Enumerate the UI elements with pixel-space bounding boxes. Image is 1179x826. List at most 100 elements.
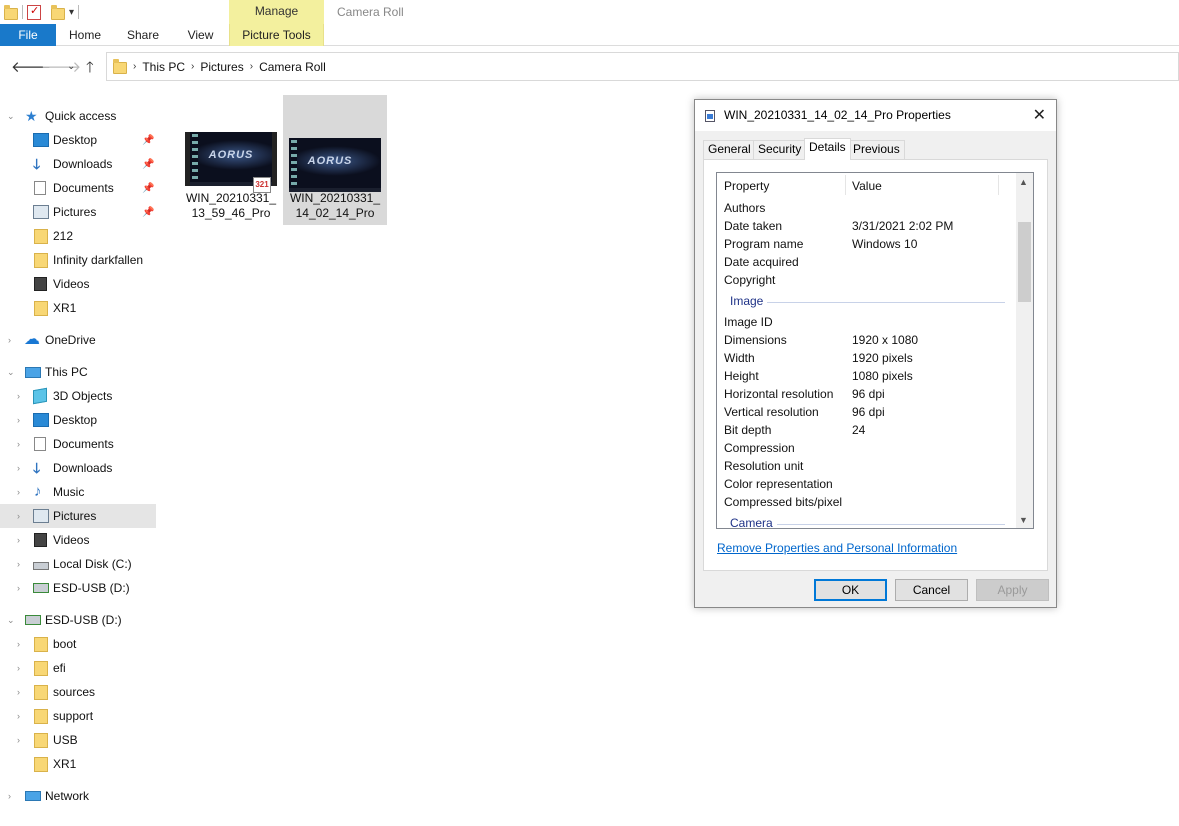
expand-chevron-icon[interactable]: › [17,735,20,745]
expand-chevron-icon[interactable]: › [8,791,11,801]
sidebar-item-music[interactable]: › ♪ Music [0,480,156,504]
ok-button[interactable]: OK [814,579,887,601]
property-row[interactable]: Height 1080 pixels [717,367,1015,385]
sidebar-item-xr1[interactable]: XR1 [0,296,156,320]
breadcrumb-camera-roll[interactable]: Camera Roll [259,60,326,74]
property-row[interactable]: Compressed bits/pixel [717,493,1015,511]
property-row[interactable]: Dimensions 1920 x 1080 [717,331,1015,349]
sidebar-item-documents[interactable]: Documents 📌 [0,176,156,200]
collapse-chevron-icon[interactable]: ⌄ [7,111,15,122]
property-row[interactable]: Date taken 3/31/2021 2:02 PM [717,217,1015,235]
column-header-value[interactable]: Value [852,179,882,193]
sidebar-item-onedrive[interactable]: › ☁ OneDrive [0,328,156,352]
expand-chevron-icon[interactable]: › [17,559,20,569]
sidebar-item-pictures[interactable]: Pictures 📌 [0,200,156,224]
manage-tab-group[interactable]: Manage [229,0,324,24]
tab-home[interactable]: Home [56,24,114,46]
property-row[interactable]: Vertical resolution 96 dpi [717,403,1015,421]
sidebar-item-efi[interactable]: › efi [0,656,156,680]
sidebar-item-sources[interactable]: › sources [0,680,156,704]
expand-chevron-icon[interactable]: › [17,511,20,521]
breadcrumb-this-pc[interactable]: This PC [142,60,185,74]
expand-chevron-icon[interactable]: › [17,639,20,649]
property-row[interactable]: Width 1920 pixels [717,349,1015,367]
sidebar-item-downloads[interactable]: 🡓 Downloads 📌 [0,152,156,176]
tab-share[interactable]: Share [114,24,172,46]
tab-previous-versions[interactable]: Previous Versions [848,140,905,173]
new-folder-icon[interactable] [51,4,65,20]
property-row[interactable]: Bit depth 24 [717,421,1015,439]
sidebar-item-esd-usb-root[interactable]: ⌄ ESD-USB (D:) [0,608,156,632]
expand-chevron-icon[interactable]: › [17,487,20,497]
tab-details[interactable]: Details [804,138,851,160]
expand-chevron-icon[interactable]: › [17,439,20,449]
sidebar-item-xr1[interactable]: XR1 [0,752,156,776]
column-header-property[interactable]: Property [724,179,769,193]
recent-locations-chevron-icon[interactable]: ⌄ [67,61,75,72]
expand-chevron-icon[interactable]: › [17,663,20,673]
column-divider[interactable] [998,175,999,195]
breadcrumb-chevron-icon[interactable]: › [191,61,194,72]
property-row[interactable]: Resolution unit [717,457,1015,475]
property-row[interactable]: Compression [717,439,1015,457]
sidebar-item-videos[interactable]: › Videos [0,528,156,552]
property-row[interactable]: Date acquired [717,253,1015,271]
sidebar-item-documents[interactable]: › Documents [0,432,156,456]
expand-chevron-icon[interactable]: › [17,687,20,697]
expand-chevron-icon[interactable]: › [17,463,20,473]
close-icon[interactable]: ✕ [1033,105,1046,125]
scrollbar-thumb[interactable] [1018,222,1031,302]
address-bar[interactable]: › This PC › Pictures › Camera Roll [106,52,1179,81]
property-row[interactable]: Authors [717,199,1015,217]
collapse-chevron-icon[interactable]: ⌄ [7,615,15,626]
sidebar-item-esd-usb[interactable]: › ESD-USB (D:) [0,576,156,600]
sidebar-item-videos[interactable]: Videos [0,272,156,296]
scroll-up-arrow-icon[interactable]: ▲ [1019,177,1028,187]
customize-toolbar-chevron-icon[interactable]: ▾ [69,7,74,18]
sidebar-item-local-disk[interactable]: › Local Disk (C:) [0,552,156,576]
sidebar-item-boot[interactable]: › boot [0,632,156,656]
scroll-down-arrow-icon[interactable]: ▼ [1019,515,1028,525]
tab-picture-tools[interactable]: Picture Tools [229,24,324,46]
sidebar-item-3d-objects[interactable]: › 3D Objects [0,384,156,408]
sidebar-item-network[interactable]: › Network [0,784,156,808]
property-list[interactable]: Property Value Authors Date taken 3/31/20… [716,172,1034,529]
expand-chevron-icon[interactable]: › [17,415,20,425]
collapse-chevron-icon[interactable]: ⌄ [7,367,15,378]
file-item-video[interactable]: AORUS 321 WIN_20210331_13_59_46_Pro [179,95,283,225]
property-list-scrollbar[interactable]: ▲ ▼ [1016,173,1033,528]
expand-chevron-icon[interactable]: › [17,535,20,545]
remove-properties-link[interactable]: Remove Properties and Personal Informati… [717,541,957,555]
tab-view[interactable]: View [172,24,229,46]
cancel-button[interactable]: Cancel [895,579,968,601]
property-row[interactable]: Image ID [717,313,1015,331]
expand-chevron-icon[interactable]: › [17,391,20,401]
sidebar-item-this-pc[interactable]: ⌄ This PC [0,360,156,384]
sidebar-item-pictures[interactable]: › Pictures [0,504,156,528]
expand-chevron-icon[interactable]: › [17,583,20,593]
breadcrumb-pictures[interactable]: Pictures [200,60,243,74]
property-row[interactable]: Program name Windows 10 [717,235,1015,253]
apply-button[interactable]: Apply [976,579,1049,601]
expand-chevron-icon[interactable]: › [17,711,20,721]
sidebar-item-usb[interactable]: › USB [0,728,156,752]
tab-file[interactable]: File [0,24,56,46]
column-divider[interactable] [845,175,846,195]
sidebar-item-desktop[interactable]: Desktop 📌 [0,128,156,152]
expand-chevron-icon[interactable]: › [8,335,11,345]
breadcrumb-chevron-icon[interactable]: › [133,61,136,72]
sidebar-item-212[interactable]: 212 [0,224,156,248]
property-row[interactable]: Copyright [717,271,1015,289]
file-item-image[interactable]: AORUS WIN_20210331_14_02_14_Pro [283,95,387,225]
breadcrumb-chevron-icon[interactable]: › [250,61,253,72]
property-row[interactable]: Horizontal resolution 96 dpi [717,385,1015,403]
up-arrow-icon[interactable]: 🡑 [86,57,94,82]
tab-security[interactable]: Security [753,140,807,159]
sidebar-item-downloads[interactable]: › 🡓 Downloads [0,456,156,480]
sidebar-item-quick-access[interactable]: ⌄ ★ Quick access [0,104,156,128]
sidebar-item-desktop[interactable]: › Desktop [0,408,156,432]
sidebar-item-infinity-darkfallen[interactable]: Infinity darkfallen [0,248,156,272]
property-row[interactable]: Color representation [717,475,1015,493]
sidebar-item-support[interactable]: › support [0,704,156,728]
tab-general[interactable]: General [703,140,756,159]
